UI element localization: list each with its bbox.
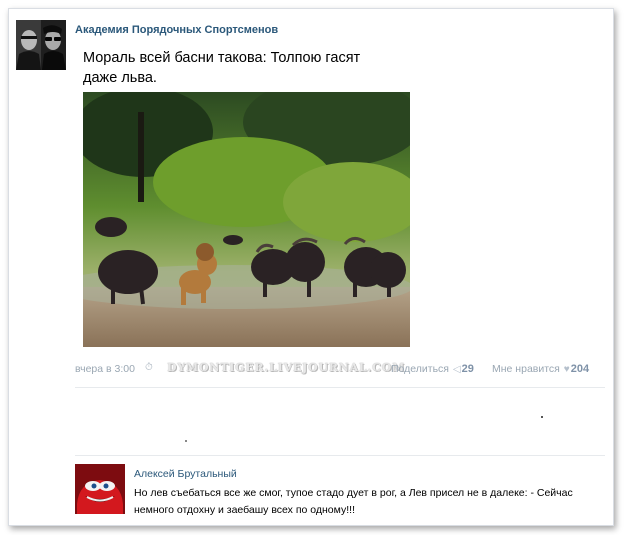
share-label: Поделиться: [391, 363, 449, 375]
share-count: 29: [461, 363, 474, 375]
group-avatar[interactable]: [16, 20, 66, 70]
group-name-link[interactable]: Академия Порядочных Спортсменов: [75, 24, 278, 36]
post-text: Мораль всей басни такова: Толпою гасят д…: [83, 50, 361, 86]
commenter-avatar[interactable]: [75, 464, 125, 514]
like-label: Мне нравится: [492, 363, 560, 375]
heart-icon: ♥: [563, 364, 570, 375]
like-count: 204: [570, 363, 590, 375]
post-photo[interactable]: [83, 92, 410, 347]
clock-icon: ⏱: [145, 362, 153, 373]
post-date-link[interactable]: вчера в 3:00: [75, 363, 135, 375]
megaphone-icon: ◁: [452, 364, 461, 375]
post-card: Академия Порядочных Спортсменов Мораль в…: [8, 8, 614, 526]
like-button[interactable]: Мне нравится ♥204: [492, 363, 589, 375]
speck: [185, 440, 187, 442]
share-button[interactable]: Поделиться ◁29: [391, 363, 474, 375]
post-meta: вчера в 3:00 ⏱ DYMONTIGER.LIVEJOURNAL.CO…: [75, 361, 605, 377]
watermark: DYMONTIGER.LIVEJOURNAL.COM: [167, 361, 406, 374]
speck: [541, 416, 543, 418]
divider: [75, 387, 605, 388]
comment-divider: [75, 455, 605, 456]
comment-author-link[interactable]: Алексей Брутальный: [134, 468, 237, 480]
comment-text: Но лев съебаться все же смог, тупое стад…: [134, 487, 573, 516]
